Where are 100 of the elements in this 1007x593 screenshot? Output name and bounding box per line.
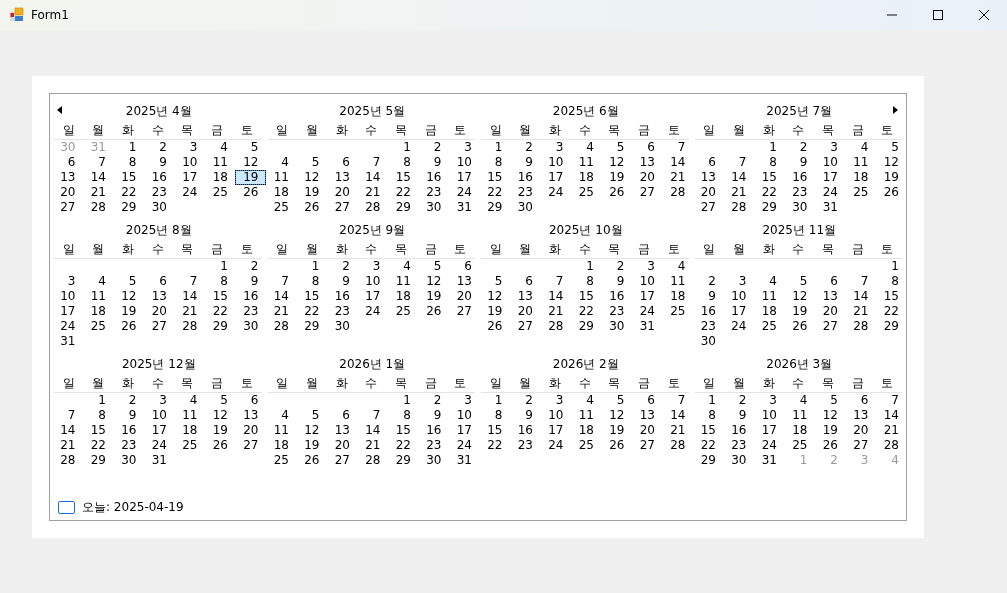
day-cell[interactable]: 12: [296, 170, 327, 185]
day-cell[interactable]: 12: [875, 155, 906, 170]
day-cell[interactable]: 4: [174, 393, 205, 408]
day-cell[interactable]: 30: [143, 200, 174, 215]
day-cell[interactable]: 19: [601, 170, 632, 185]
day-cell[interactable]: 20: [845, 423, 876, 438]
month-title[interactable]: 2026년 1월: [339, 356, 406, 373]
day-cell[interactable]: 4: [387, 259, 418, 274]
day-cell[interactable]: 5: [204, 393, 235, 408]
day-cell[interactable]: 19: [814, 423, 845, 438]
day-cell[interactable]: 25: [570, 438, 601, 453]
day-cell[interactable]: 15: [479, 423, 510, 438]
day-cell[interactable]: 15: [570, 289, 601, 304]
day-cell[interactable]: 13: [509, 289, 540, 304]
day-cell[interactable]: 9: [723, 408, 754, 423]
day-cell[interactable]: 19: [296, 438, 327, 453]
day-cell[interactable]: 24: [540, 438, 571, 453]
day-cell[interactable]: 25: [174, 438, 205, 453]
day-cell[interactable]: 8: [479, 155, 510, 170]
day-cell[interactable]: 6: [235, 393, 266, 408]
day-cell[interactable]: 8: [570, 274, 601, 289]
day-cell[interactable]: 3: [723, 274, 754, 289]
day-cell[interactable]: 17: [448, 423, 479, 438]
day-cell[interactable]: 30: [601, 319, 632, 334]
month-title[interactable]: 2025년 4월: [125, 103, 192, 120]
day-cell[interactable]: 11: [174, 408, 205, 423]
day-cell[interactable]: 1: [113, 140, 144, 155]
day-cell[interactable]: 29: [692, 453, 723, 468]
day-cell[interactable]: 20: [448, 289, 479, 304]
day-cell[interactable]: 6: [448, 259, 479, 274]
day-cell[interactable]: 2: [235, 259, 266, 274]
day-cell[interactable]: 26: [235, 185, 266, 200]
month-title[interactable]: 2025년 7월: [766, 103, 833, 120]
day-cell[interactable]: 10: [540, 155, 571, 170]
day-cell[interactable]: 31: [143, 453, 174, 468]
day-cell[interactable]: 23: [326, 304, 357, 319]
day-cell[interactable]: 10: [540, 408, 571, 423]
day-cell[interactable]: 12: [235, 155, 266, 170]
day-cell[interactable]: 12: [814, 408, 845, 423]
day-cell[interactable]: 19: [418, 289, 449, 304]
day-cell[interactable]: 16: [113, 423, 144, 438]
day-cell[interactable]: 10: [174, 155, 205, 170]
day-cell[interactable]: 28: [174, 319, 205, 334]
day-cell[interactable]: 29: [113, 200, 144, 215]
day-cell[interactable]: 28: [357, 200, 388, 215]
day-cell[interactable]: 12: [204, 408, 235, 423]
day-cell[interactable]: 1: [204, 259, 235, 274]
day-cell[interactable]: 27: [814, 319, 845, 334]
day-cell[interactable]: 26: [204, 438, 235, 453]
month-title[interactable]: 2025년 8월: [125, 222, 192, 239]
day-cell[interactable]: 14: [52, 423, 83, 438]
day-cell[interactable]: 2: [509, 393, 540, 408]
day-cell[interactable]: 30: [509, 200, 540, 215]
day-cell[interactable]: 13: [631, 408, 662, 423]
day-cell[interactable]: 22: [296, 304, 327, 319]
day-cell[interactable]: 4: [753, 274, 784, 289]
day-cell[interactable]: 6: [52, 155, 83, 170]
day-cell[interactable]: 24: [448, 438, 479, 453]
day-cell[interactable]: 24: [174, 185, 205, 200]
day-cell[interactable]: 8: [387, 408, 418, 423]
day-cell[interactable]: 27: [143, 319, 174, 334]
day-cell[interactable]: 10: [143, 408, 174, 423]
day-cell[interactable]: 1: [875, 259, 906, 274]
day-cell[interactable]: 9: [509, 155, 540, 170]
day-cell[interactable]: 4: [662, 259, 693, 274]
day-cell[interactable]: 23: [723, 438, 754, 453]
day-cell[interactable]: 11: [570, 408, 601, 423]
day-cell[interactable]: 8: [387, 155, 418, 170]
day-cell[interactable]: 27: [326, 453, 357, 468]
day-cell[interactable]: 15: [296, 289, 327, 304]
day-cell[interactable]: 11: [387, 274, 418, 289]
day-cell[interactable]: 29: [570, 319, 601, 334]
day-cell[interactable]: 28: [265, 319, 296, 334]
day-cell[interactable]: 25: [265, 200, 296, 215]
day-cell[interactable]: 19: [601, 423, 632, 438]
day-cell[interactable]: 14: [174, 289, 205, 304]
month-title[interactable]: 2025년 12월: [121, 356, 196, 373]
day-cell[interactable]: 15: [753, 170, 784, 185]
day-cell[interactable]: 28: [662, 185, 693, 200]
day-cell[interactable]: 6: [143, 274, 174, 289]
day-cell[interactable]: 26: [479, 319, 510, 334]
day-cell[interactable]: 6: [631, 140, 662, 155]
day-cell[interactable]: 30: [692, 334, 723, 349]
day-cell[interactable]: 27: [448, 304, 479, 319]
day-cell[interactable]: 21: [265, 304, 296, 319]
day-cell[interactable]: 21: [662, 170, 693, 185]
day-cell[interactable]: 30: [418, 200, 449, 215]
day-cell[interactable]: 27: [631, 185, 662, 200]
day-cell[interactable]: 11: [753, 289, 784, 304]
day-cell[interactable]: 20: [326, 438, 357, 453]
day-cell[interactable]: 26: [601, 438, 632, 453]
day-cell[interactable]: 25: [784, 438, 815, 453]
day-cell[interactable]: 12: [296, 423, 327, 438]
day-cell[interactable]: 19: [204, 423, 235, 438]
day-cell[interactable]: 25: [570, 185, 601, 200]
day-cell[interactable]: 15: [204, 289, 235, 304]
day-cell[interactable]: 21: [845, 304, 876, 319]
day-cell[interactable]: 30: [235, 319, 266, 334]
day-cell[interactable]: 28: [540, 319, 571, 334]
day-cell[interactable]: 3: [753, 393, 784, 408]
